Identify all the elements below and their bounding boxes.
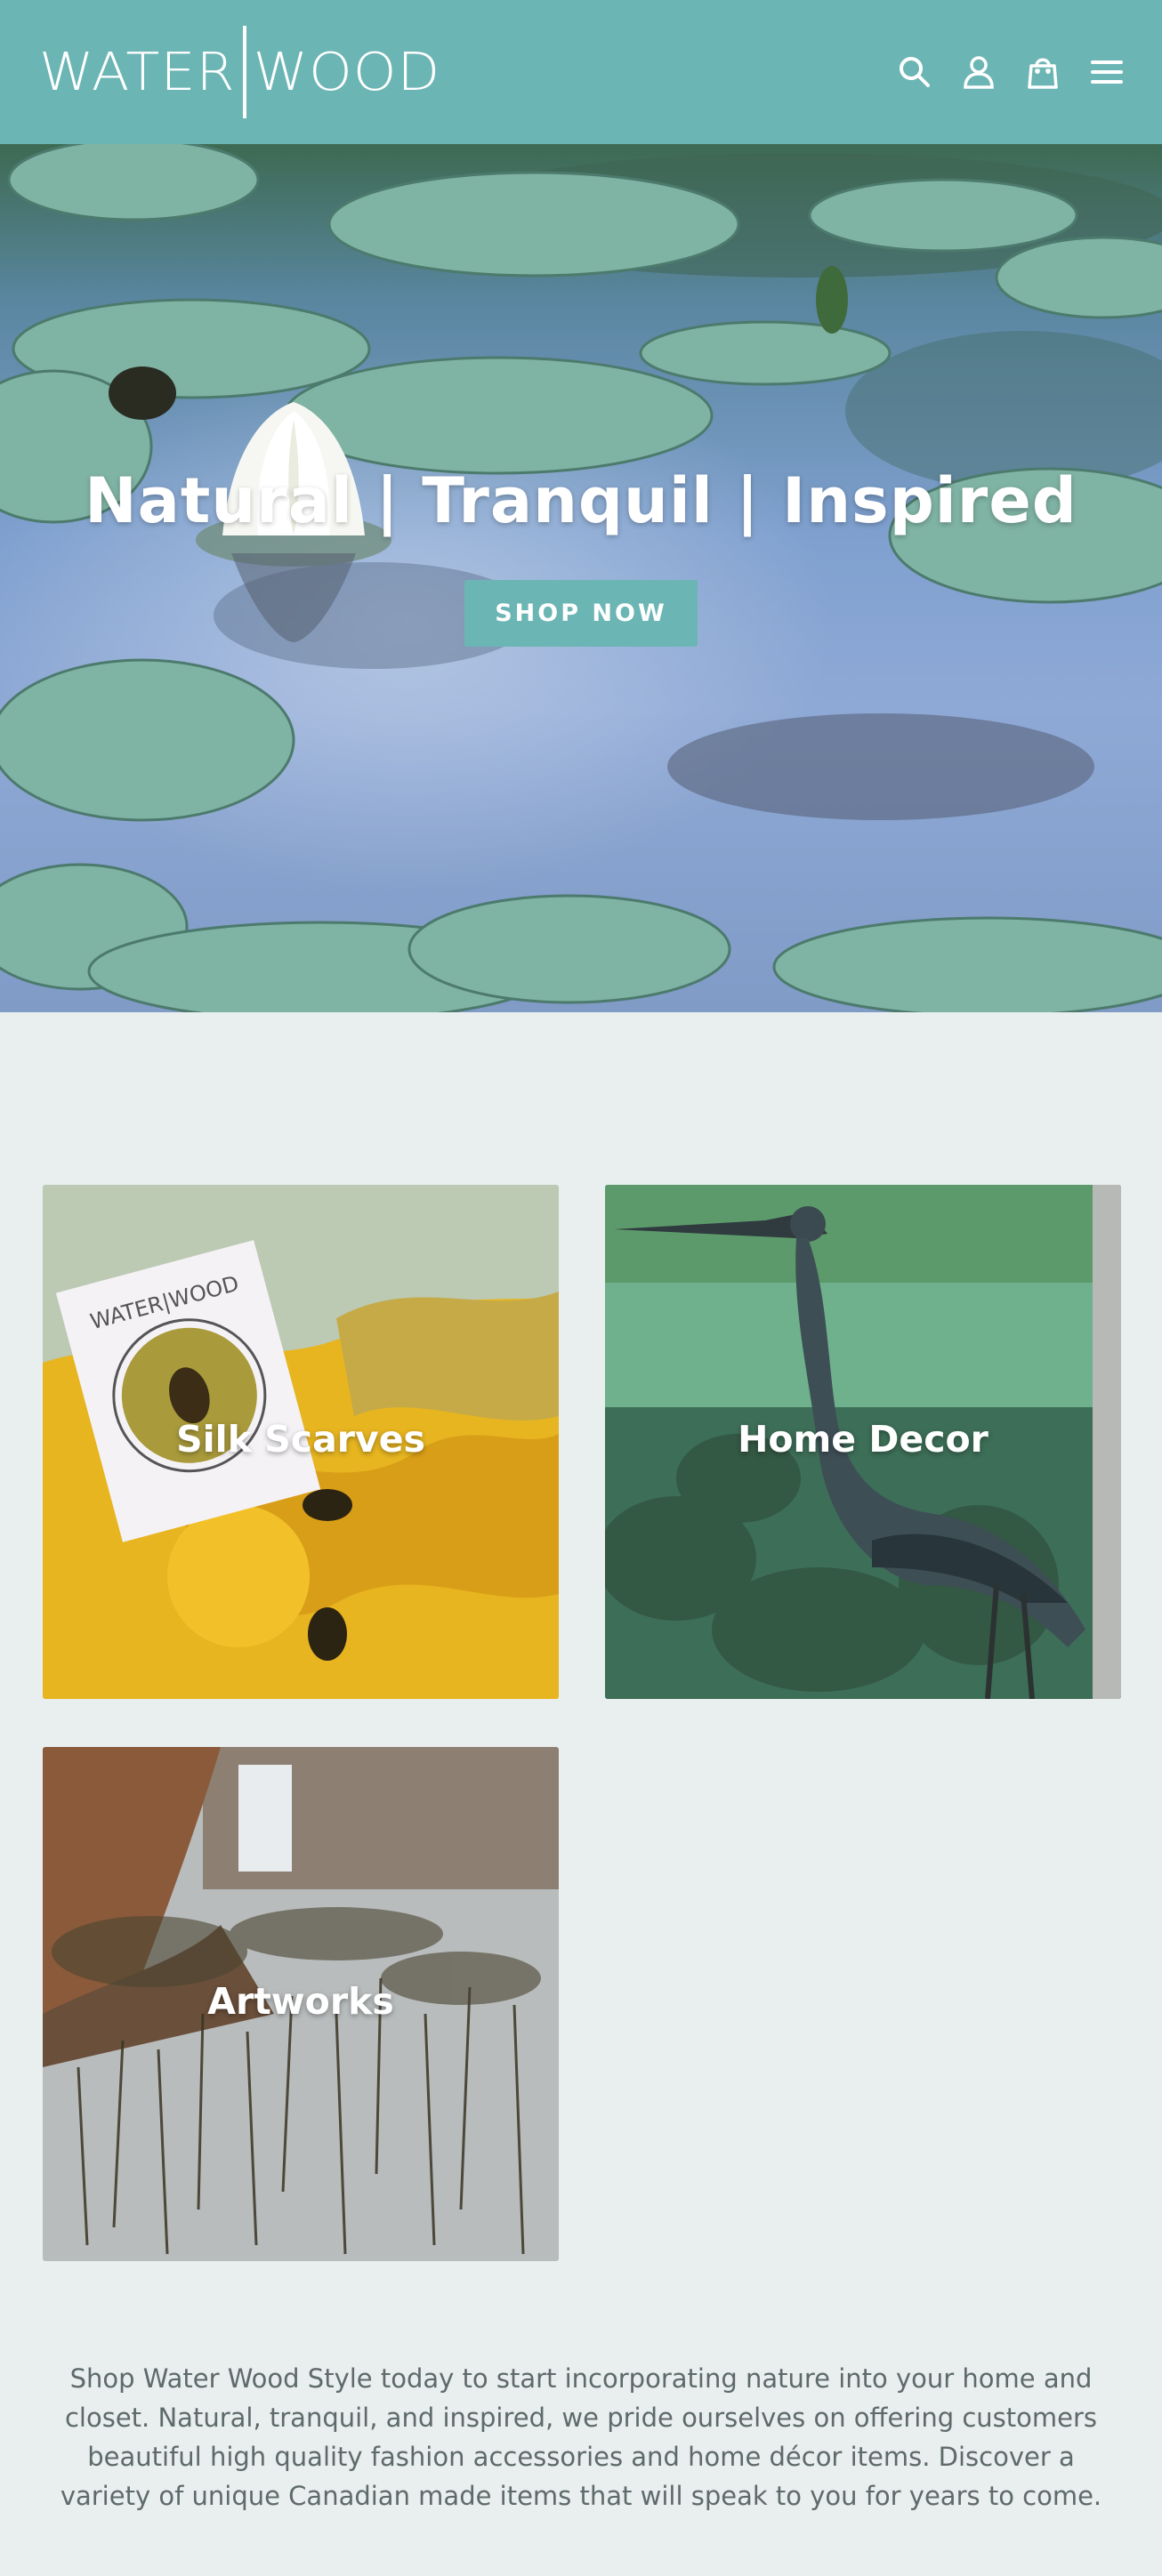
- menu-icon[interactable]: [1087, 52, 1126, 92]
- hero-banner: Natural | Tranquil | Inspired SHOP NOW: [0, 144, 1162, 1012]
- collection-artworks[interactable]: Artworks: [43, 1747, 559, 2261]
- collection-title: Home Decor: [738, 1418, 989, 1461]
- collection-home-decor[interactable]: Home Decor: [605, 1185, 1121, 1699]
- header-icons: [895, 52, 1126, 92]
- logo-word-left: WATER: [39, 40, 236, 103]
- collection-title: Silk Scarves: [176, 1418, 425, 1461]
- collection-silk-scarves[interactable]: WATER|WOOD Silk Scarves: [43, 1185, 559, 1699]
- logo[interactable]: WATER WOOD: [39, 23, 440, 121]
- store-description: Shop Water Wood Style today to start inc…: [60, 2363, 1102, 2511]
- account-icon[interactable]: [959, 52, 998, 92]
- hero-content: Natural | Tranquil | Inspired SHOP NOW: [0, 464, 1162, 647]
- cart-icon[interactable]: [1023, 52, 1062, 92]
- shop-now-button[interactable]: SHOP NOW: [464, 580, 698, 647]
- collection-title: Artworks: [207, 1980, 394, 2023]
- logo-word-right: WOOD: [253, 40, 441, 103]
- site-header: WATER WOOD: [0, 0, 1162, 144]
- logo-divider: [242, 26, 246, 118]
- hero-title: Natural | Tranquil | Inspired: [85, 464, 1077, 537]
- search-icon[interactable]: [895, 52, 934, 92]
